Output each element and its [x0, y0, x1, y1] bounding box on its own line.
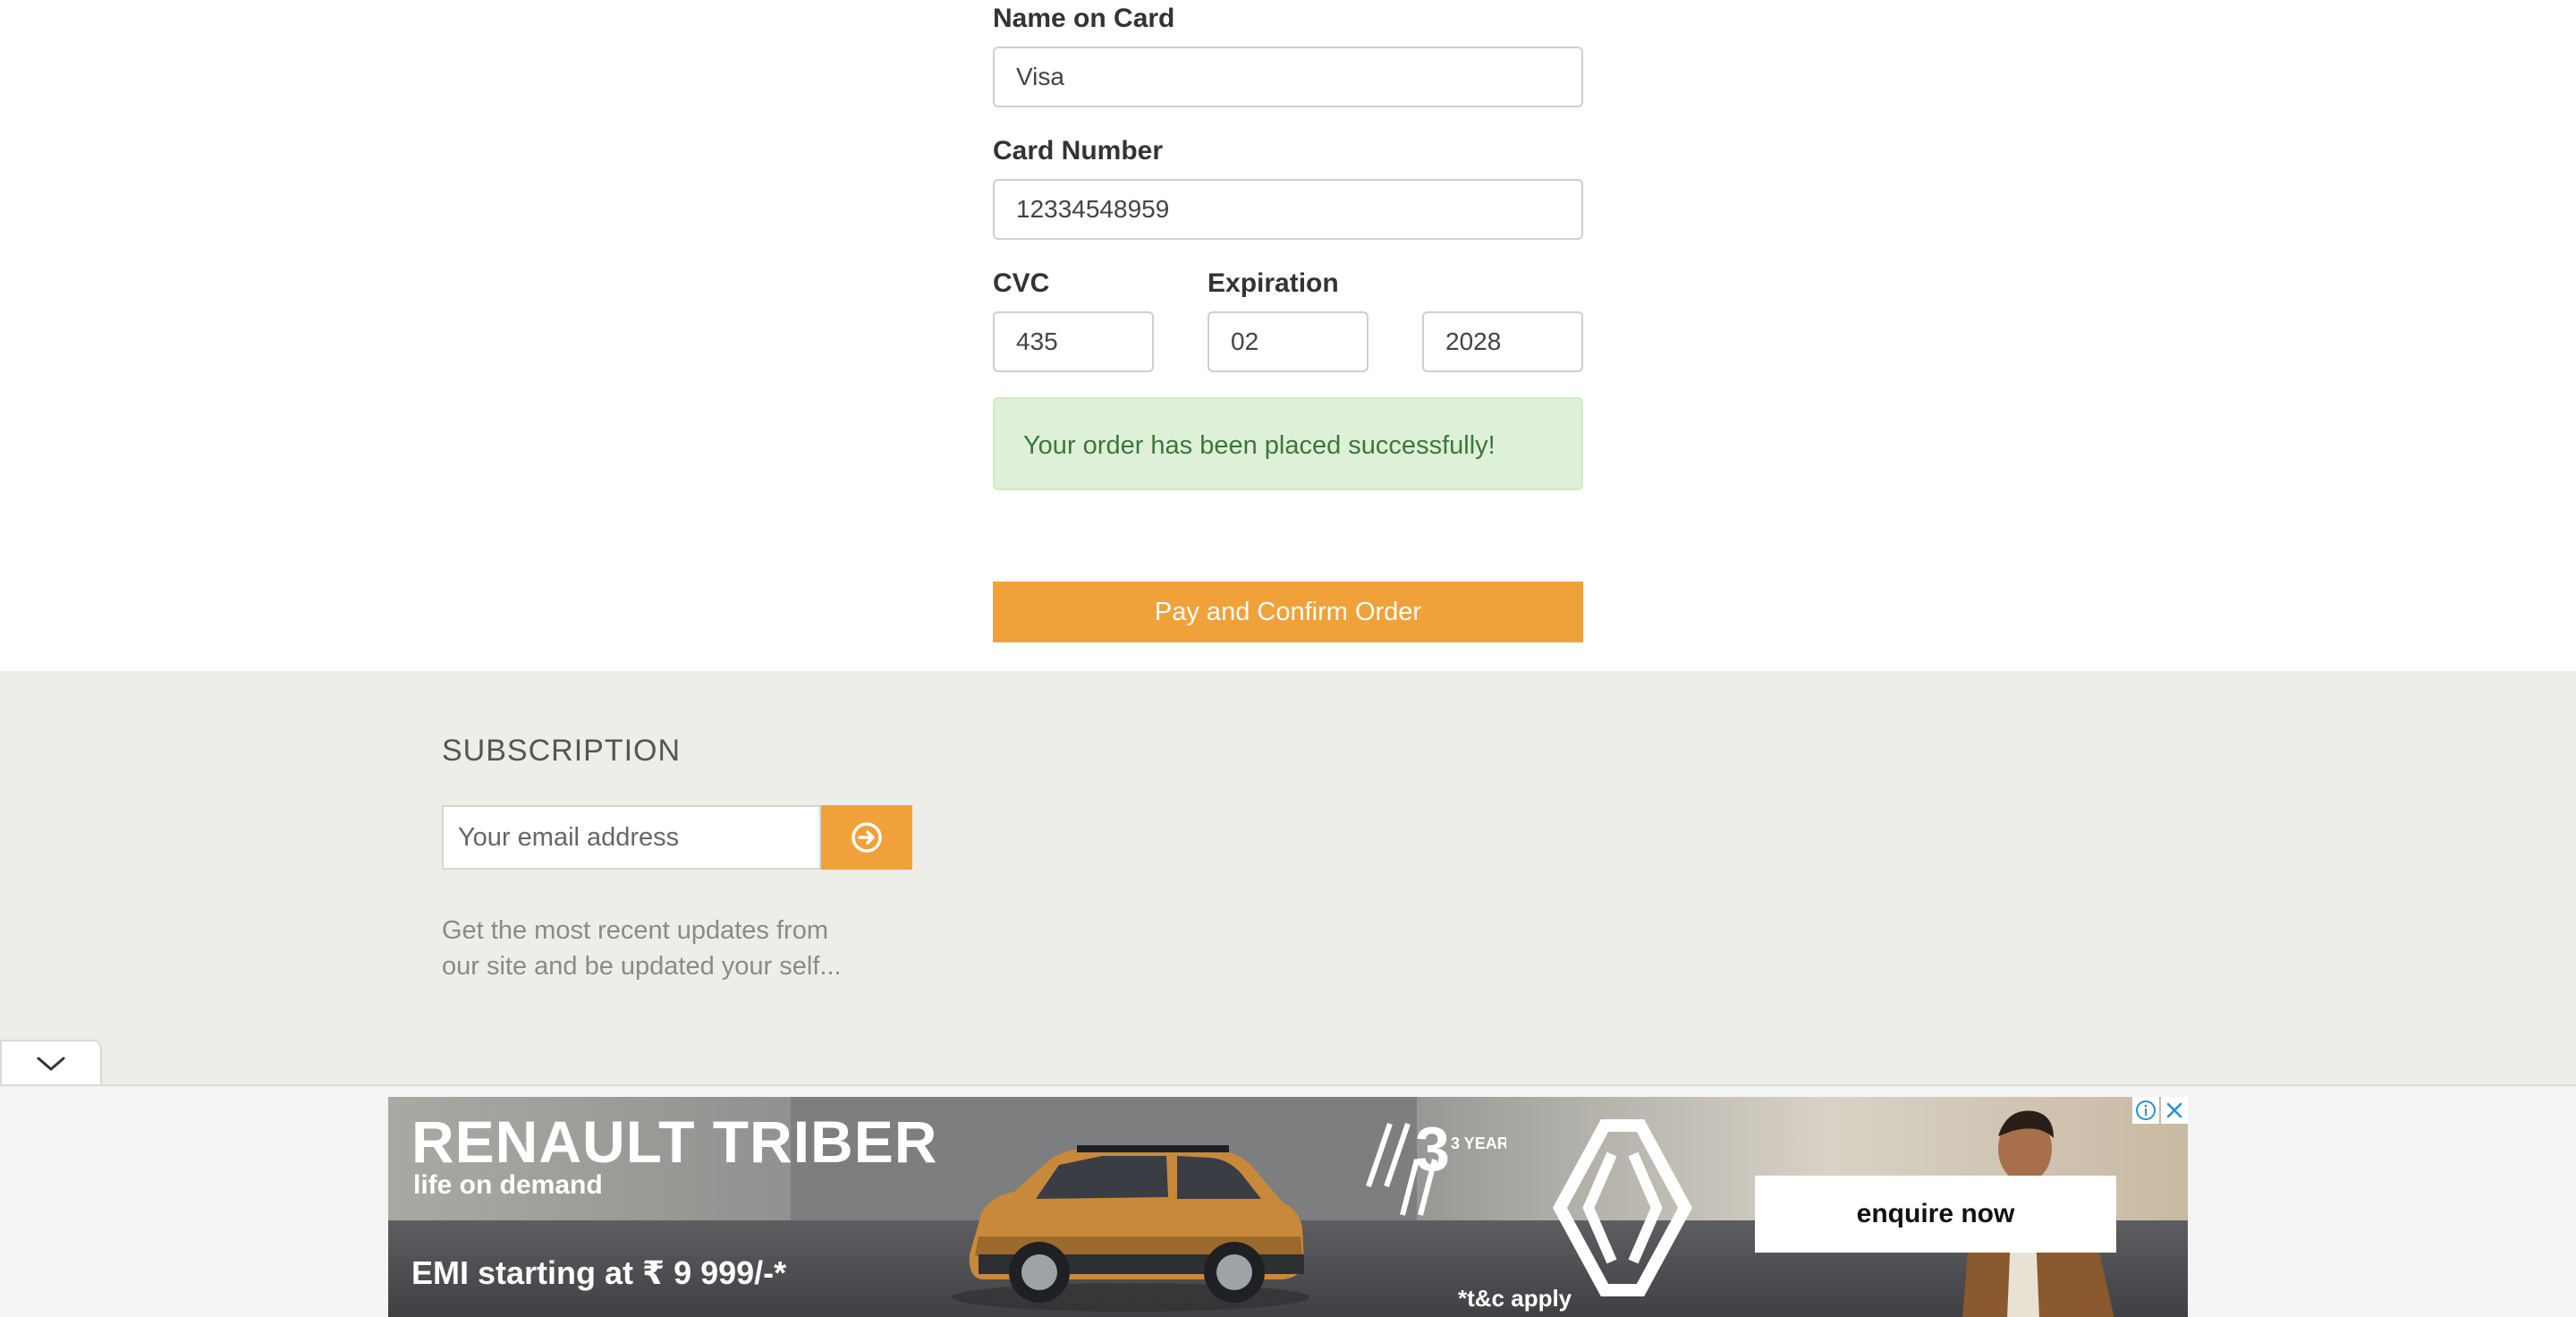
ad-tagline: life on demand	[413, 1170, 603, 1200]
ad-car-image	[943, 1120, 1318, 1317]
renault-logo	[1551, 1118, 1694, 1302]
cvc-input[interactable]	[993, 311, 1154, 372]
cvc-label: CVC	[993, 268, 1050, 298]
order-success-alert: Your order has been placed successfully!	[993, 397, 1583, 490]
info-icon[interactable]	[2132, 1097, 2159, 1124]
expiration-label: Expiration	[1208, 268, 1339, 298]
subscription-title: SUBSCRIPTION	[442, 734, 682, 768]
pay-and-confirm-button[interactable]: Pay and Confirm Order	[993, 582, 1583, 642]
checkout-page: Name on Card Card Number CVC Expiration …	[0, 0, 2576, 1317]
ad-terms-text: *t&c apply	[1458, 1285, 1572, 1312]
chevron-down-icon	[36, 1055, 66, 1073]
ad-banner[interactable]: RENAULT TRIBER life on demand EMI starti…	[388, 1097, 2188, 1317]
card-number-label: Card Number	[993, 136, 1164, 166]
ad-warranty-badge: 3 3 YEAR	[1363, 1114, 1509, 1236]
expiration-month-input[interactable]	[1208, 311, 1368, 372]
name-on-card-label: Name on Card	[993, 4, 1175, 33]
ad-warranty-text: 3 YEAR	[1451, 1134, 1506, 1152]
name-on-card-input[interactable]	[993, 47, 1583, 107]
svg-text:3: 3	[1415, 1115, 1450, 1184]
subscription-description: Get the most recent updates from our sit…	[442, 916, 842, 981]
subscription-email-input[interactable]	[442, 805, 821, 870]
arrow-circle-right-icon	[851, 821, 883, 854]
subscribe-button[interactable]	[821, 805, 912, 870]
ad-emi-text: EMI starting at ₹ 9 999/-*	[411, 1254, 787, 1291]
expiration-year-input[interactable]	[1422, 311, 1583, 372]
ad-headline: RENAULT TRIBER	[411, 1109, 938, 1175]
ad-enquire-now-button[interactable]: enquire now	[1755, 1176, 2116, 1253]
ad-bar: RENAULT TRIBER life on demand EMI starti…	[0, 1084, 2576, 1317]
card-number-input[interactable]	[993, 179, 1583, 240]
close-icon[interactable]	[2161, 1097, 2188, 1124]
ad-collapse-toggle[interactable]	[0, 1040, 102, 1086]
